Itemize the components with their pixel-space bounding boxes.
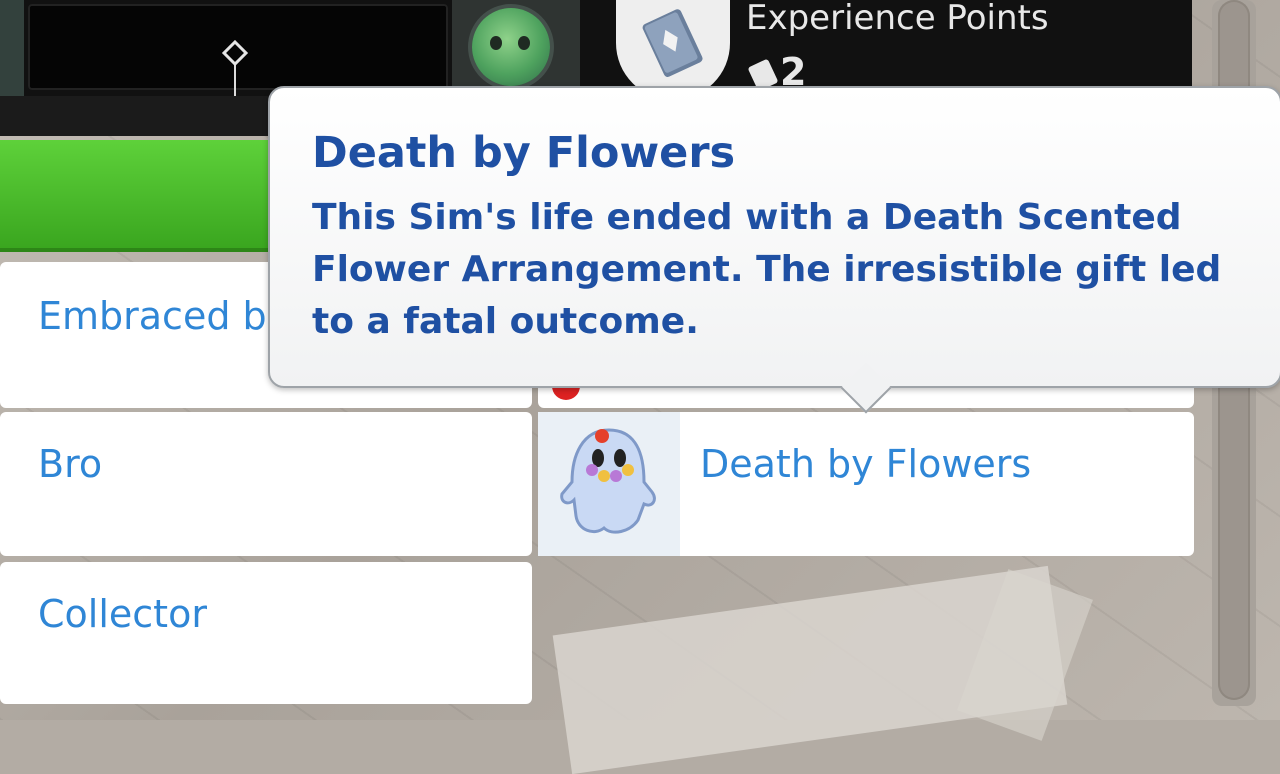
hud-strip: [0, 96, 290, 136]
tooltip-title: Death by Flowers: [312, 128, 736, 178]
eye: [490, 36, 502, 50]
hud-edge: [0, 0, 24, 100]
trait-label: Bro: [38, 442, 103, 486]
trait-label: Collector: [38, 592, 207, 636]
tooltip-body: This Sim's life ended with a Death Scent…: [312, 197, 1222, 342]
trait-card-bro[interactable]: Bro: [0, 412, 532, 556]
diamond-marker-icon: [222, 40, 248, 100]
book-icon: [642, 9, 703, 77]
ghost-flowers-icon: [560, 428, 656, 534]
trait-label: Death by Flowers: [700, 442, 1032, 486]
xp-label: Experience Points: [746, 0, 1049, 38]
trait-card-death-by-flowers[interactable]: Death by Flowers: [538, 412, 1194, 556]
trait-label: Embraced b: [38, 294, 267, 338]
progress-bar-fill: [0, 140, 290, 252]
happy-emotion-icon[interactable]: [472, 8, 550, 86]
trait-icon-tile: [538, 412, 680, 556]
trait-card-collector[interactable]: Collector: [0, 562, 532, 704]
eye: [518, 36, 530, 50]
